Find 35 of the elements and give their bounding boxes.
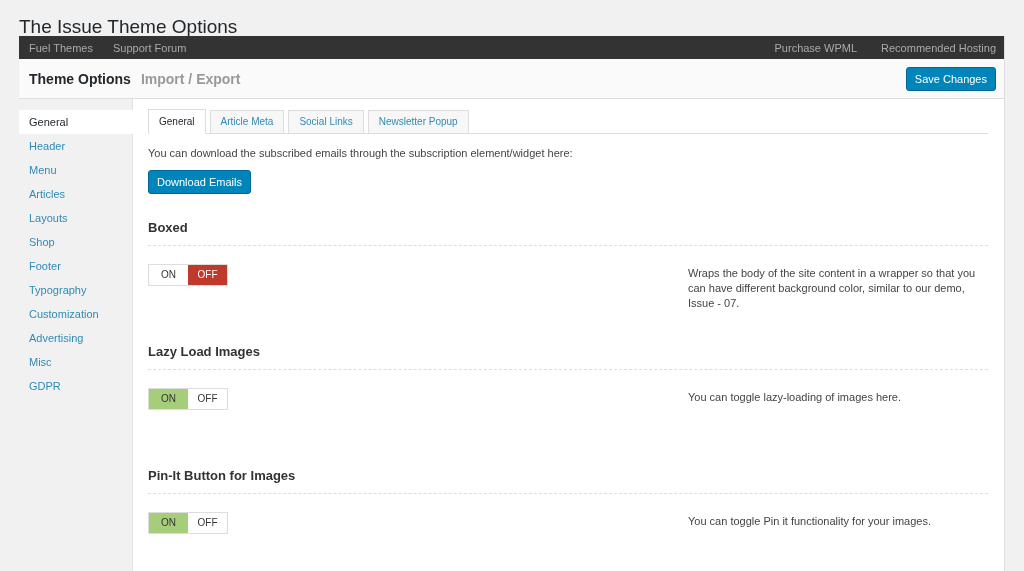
sidebar-item[interactable]: Footer [19,254,132,278]
option-title: Pin-It Button for Images [148,468,296,483]
option-description: You can toggle Pin it functionality for your images. [688,514,932,529]
sidebar-item[interactable]: Shop [19,230,132,254]
tab[interactable]: Newsletter Popup [367,110,469,133]
top-bar-link[interactable]: Recommended Hosting [881,41,996,54]
sidebar-item[interactable]: Header [19,134,132,158]
top-bar-link[interactable]: Fuel Themes [29,41,93,54]
download-button[interactable]: Download Emails [148,170,251,194]
header-tab[interactable]: Import / Export [140,70,241,87]
save-button[interactable]: Save Changes [905,66,996,91]
option-title: Boxed [148,220,188,235]
tab[interactable]: Article Meta [209,110,285,133]
toggle-switch[interactable]: ON OFF [148,388,228,410]
sidebar-item[interactable]: Misc [19,350,132,374]
option-title: Lazy Load Images [148,344,260,359]
tab[interactable]: General [148,109,206,134]
sidebar-item[interactable]: Menu [19,158,132,182]
sidebar-item[interactable]: Articles [19,182,132,206]
toggle-switch[interactable]: ON OFF [148,512,228,534]
top-bar-link[interactable]: Purchase WPML [774,41,858,54]
option-description: Wraps the body of the site content in a wrapper so that you can have different background color, similar to our demo, Issue - 07. [688,266,977,311]
sidebar-item[interactable]: Customization [19,302,132,326]
sidebar-item[interactable]: GDPR [19,374,132,398]
page-title: The Issue Theme Options [18,15,238,36]
option-description: You can toggle lazy-loading of images here. [688,390,902,405]
header-tab[interactable]: Theme Options [29,70,131,87]
tab[interactable]: Social Links [288,110,364,133]
sidebar-item[interactable]: General [19,110,133,134]
intro-text: You can download the subscribed emails through the subscription element/widget here: [148,147,573,159]
toggle-switch[interactable]: ON OFF [148,264,228,286]
sidebar-item[interactable]: Advertising [19,326,132,350]
sidebar-item[interactable]: Layouts [19,206,132,230]
sidebar-item[interactable]: Typography [19,278,132,302]
top-bar-link[interactable]: Support Forum [113,41,187,54]
